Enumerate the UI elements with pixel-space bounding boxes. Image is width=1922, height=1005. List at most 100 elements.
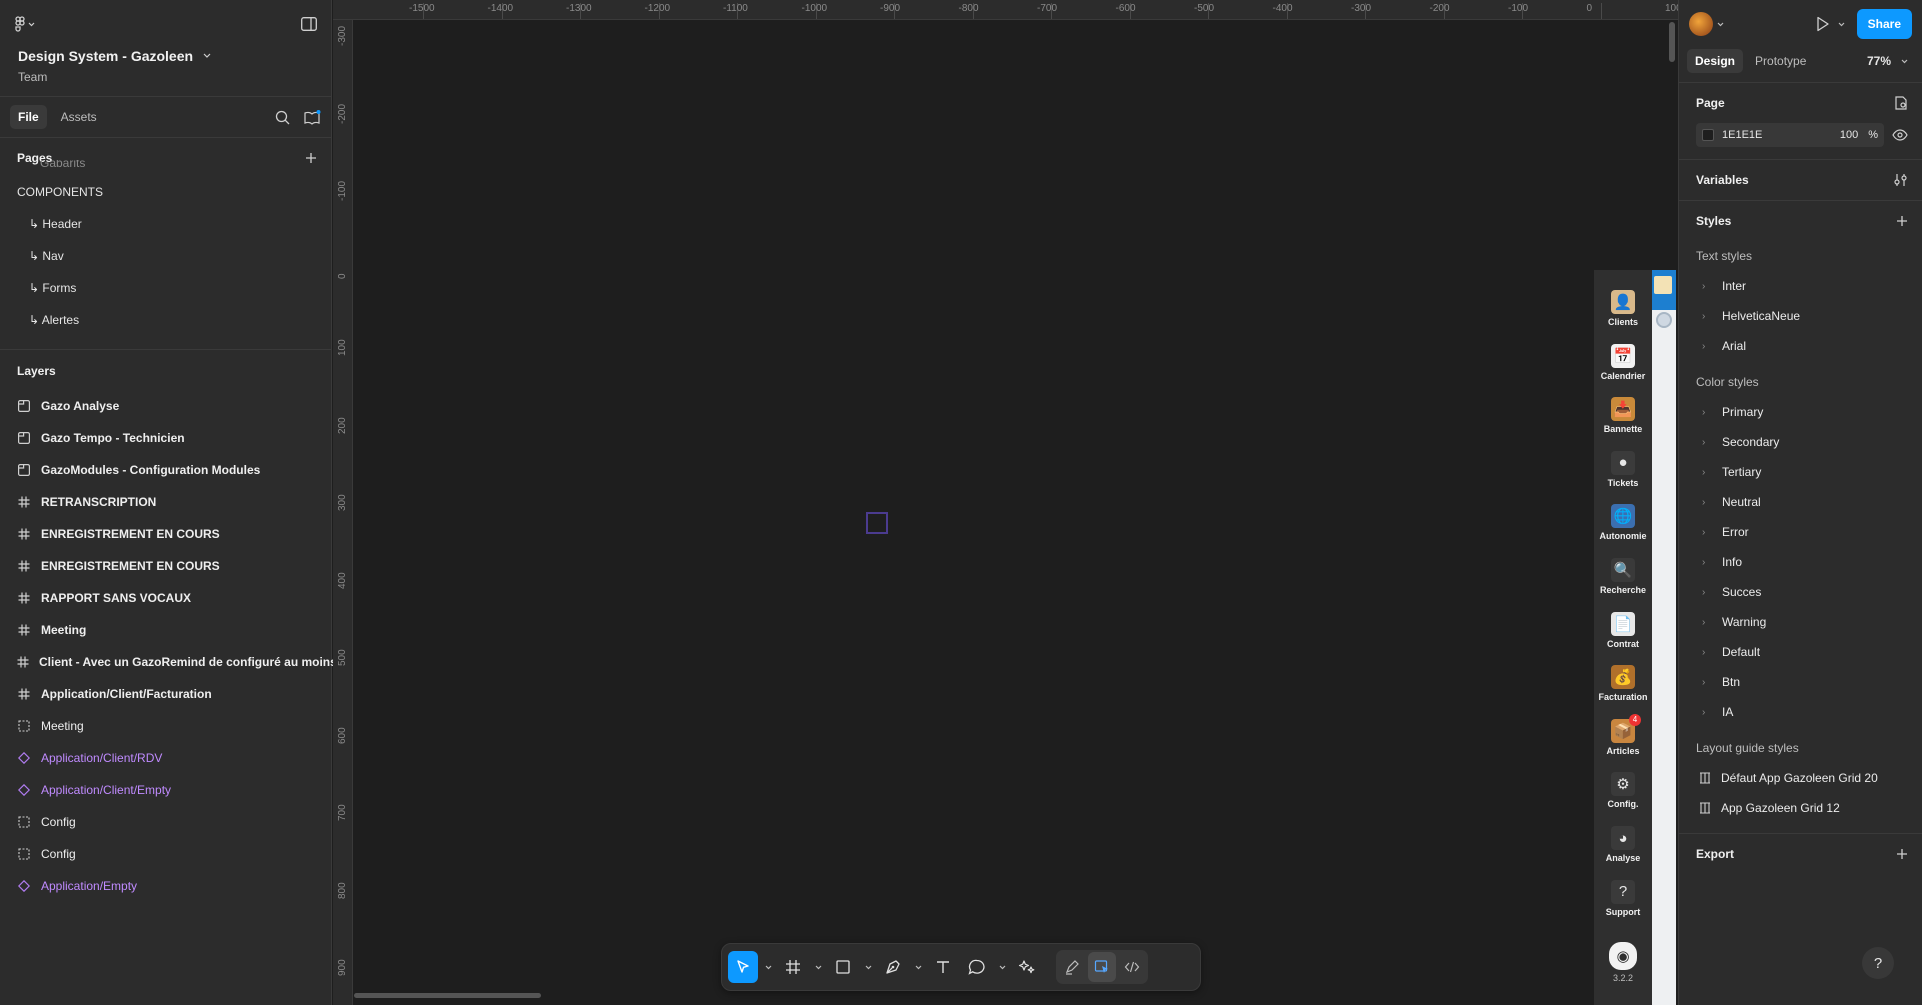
move-tool-caret[interactable] (762, 951, 774, 983)
add-style-icon[interactable] (1896, 215, 1908, 227)
variables-sliders-icon[interactable] (1894, 173, 1908, 187)
layer-row[interactable]: Client - Avec un GazoRemind de configuré… (0, 646, 337, 678)
present-play-icon[interactable] (1816, 16, 1830, 32)
style-row[interactable]: › Btn (1696, 667, 1908, 697)
style-row[interactable]: › IA (1696, 697, 1908, 727)
style-row[interactable]: › Default (1696, 637, 1908, 667)
app-nav-item[interactable]: 📅 Calendrier (1594, 343, 1652, 381)
chevron-down-icon[interactable] (1838, 22, 1845, 27)
layer-row[interactable]: Config (0, 838, 331, 870)
add-page-icon[interactable] (305, 152, 317, 164)
shape-tool-caret[interactable] (862, 951, 874, 983)
frame-tool-button[interactable] (778, 951, 808, 983)
style-row[interactable]: Défaut App Gazoleen Grid 20 (1696, 763, 1908, 793)
comment-tool-button[interactable] (962, 951, 992, 983)
color-swatch[interactable] (1702, 129, 1714, 141)
text-tool-button[interactable] (928, 951, 958, 983)
layer-row[interactable]: Application/Client/Empty (0, 774, 331, 806)
style-row[interactable]: › Neutral (1696, 487, 1908, 517)
style-row[interactable]: › Succes (1696, 577, 1908, 607)
page-item-header[interactable]: ↳ Header (0, 208, 331, 240)
search-icon[interactable] (275, 110, 290, 125)
style-row[interactable]: › Warning (1696, 607, 1908, 637)
ai-actions-button[interactable] (1012, 951, 1042, 983)
tab-assets[interactable]: Assets (53, 105, 105, 129)
frame-tool-caret[interactable] (812, 951, 824, 983)
layer-row[interactable]: Config (0, 806, 331, 838)
style-row[interactable]: › Primary (1696, 397, 1908, 427)
fill-hex-value[interactable]: 1E1E1E (1722, 129, 1762, 141)
pen-tool-button[interactable] (878, 951, 908, 983)
dev-mode-button[interactable] (1118, 952, 1146, 982)
app-nav-item[interactable]: 📥 Bannette (1594, 397, 1652, 434)
app-nav-item[interactable]: ● Tickets (1594, 450, 1652, 488)
layer-row[interactable]: GazoModules - Configuration Modules (0, 454, 331, 486)
page-item-clipped[interactable]: Gabarits (0, 160, 331, 170)
move-tool-button[interactable] (728, 951, 758, 983)
app-nav-item[interactable]: 💰 Facturation (1594, 665, 1652, 702)
layer-row[interactable]: Gazo Tempo - Technicien (0, 422, 331, 454)
fill-opacity-value[interactable]: 100 (1840, 129, 1858, 141)
app-nav-item[interactable]: 📦 4 Articles (1594, 713, 1652, 756)
team-label[interactable]: Team (18, 70, 313, 84)
style-row[interactable]: › Info (1696, 547, 1908, 577)
shape-tool-button[interactable] (828, 951, 858, 983)
library-book-icon[interactable] (304, 109, 321, 125)
add-export-icon[interactable] (1896, 848, 1908, 860)
page-fill-field[interactable]: 1E1E1E 100 % (1696, 123, 1884, 147)
app-nav-item[interactable]: ? Support (1594, 879, 1652, 917)
design-mode-button[interactable] (1088, 952, 1116, 982)
visibility-eye-icon[interactable] (1892, 129, 1908, 141)
app-nav-item[interactable]: 🔍 Recherche (1594, 558, 1652, 595)
layer-row[interactable]: Application/Client/Facturation (0, 678, 331, 710)
tab-prototype[interactable]: Prototype (1747, 49, 1814, 73)
style-row[interactable]: › HelveticaNeue (1696, 301, 1908, 331)
layer-row[interactable]: ENREGISTREMENT EN COURS (0, 518, 331, 550)
pen-tool-caret[interactable] (912, 951, 924, 983)
layer-row[interactable]: RETRANSCRIPTION (0, 486, 331, 518)
layer-row[interactable]: Meeting (0, 710, 331, 742)
app-logo[interactable]: ◉ 3.2.2 (1594, 942, 1652, 983)
app-nav-item[interactable]: 🌐 Autonomie (1594, 504, 1652, 541)
layer-row[interactable]: RAPPORT SANS VOCAUX (0, 582, 331, 614)
page-item-components[interactable]: COMPONENTS (0, 176, 331, 208)
style-row[interactable]: App Gazoleen Grid 12 (1696, 793, 1908, 823)
layer-row[interactable]: ENREGISTREMENT EN COURS (0, 550, 331, 582)
app-frame-preview[interactable]: 👤 Clients 📅 Calendrier 📥 Bannette ● Tickets 🌐 Aut… (1594, 270, 1676, 1005)
page-item-forms[interactable]: ↳ Forms (0, 272, 331, 304)
layer-row[interactable]: Meeting (0, 614, 331, 646)
chevron-down-icon[interactable] (1717, 22, 1724, 27)
draw-mode-button[interactable] (1058, 952, 1086, 982)
tab-file[interactable]: File (10, 105, 47, 129)
file-name[interactable]: Design System - Gazoleen (18, 48, 313, 64)
canvas[interactable] (354, 21, 1678, 1005)
vertical-scrollbar[interactable] (1669, 22, 1675, 62)
toggle-sidebar-icon[interactable] (301, 17, 317, 31)
zoom-control[interactable]: 77% (1867, 54, 1914, 68)
style-row[interactable]: › Error (1696, 517, 1908, 547)
layer-row[interactable]: Application/Client/RDV (0, 742, 331, 774)
app-nav-item[interactable]: 👤 Clients (1594, 290, 1652, 327)
app-nav-item[interactable]: 📄 Contrat (1594, 611, 1652, 649)
layer-row[interactable]: Gazo Analyse (0, 390, 331, 422)
page-settings-icon[interactable] (1894, 96, 1908, 110)
avatar[interactable] (1689, 12, 1713, 36)
tab-design[interactable]: Design (1687, 49, 1744, 73)
horizontal-scrollbar[interactable] (354, 993, 541, 998)
style-row[interactable]: › Inter (1696, 271, 1908, 301)
page-item-alertes[interactable]: ↳ Alertes (0, 304, 331, 336)
chevron-down-icon[interactable] (203, 53, 211, 59)
page-item-nav[interactable]: ↳ Nav (0, 240, 331, 272)
app-nav-item[interactable]: ◕ Analyse (1594, 826, 1652, 863)
layer-row[interactable]: Application/Empty (0, 870, 331, 902)
style-row[interactable]: › Tertiary (1696, 457, 1908, 487)
comment-tool-caret[interactable] (996, 951, 1008, 983)
help-button[interactable]: ? (1862, 947, 1894, 979)
color-styles-heading: Color styles (1696, 375, 1759, 389)
figma-menu-icon[interactable] (14, 16, 36, 32)
style-row[interactable]: › Secondary (1696, 427, 1908, 457)
share-button[interactable]: Share (1856, 9, 1912, 39)
style-row[interactable]: › Arial (1696, 331, 1908, 361)
selected-frame-outline[interactable] (866, 512, 888, 534)
app-nav-item[interactable]: ⚙ Config. (1594, 772, 1652, 809)
